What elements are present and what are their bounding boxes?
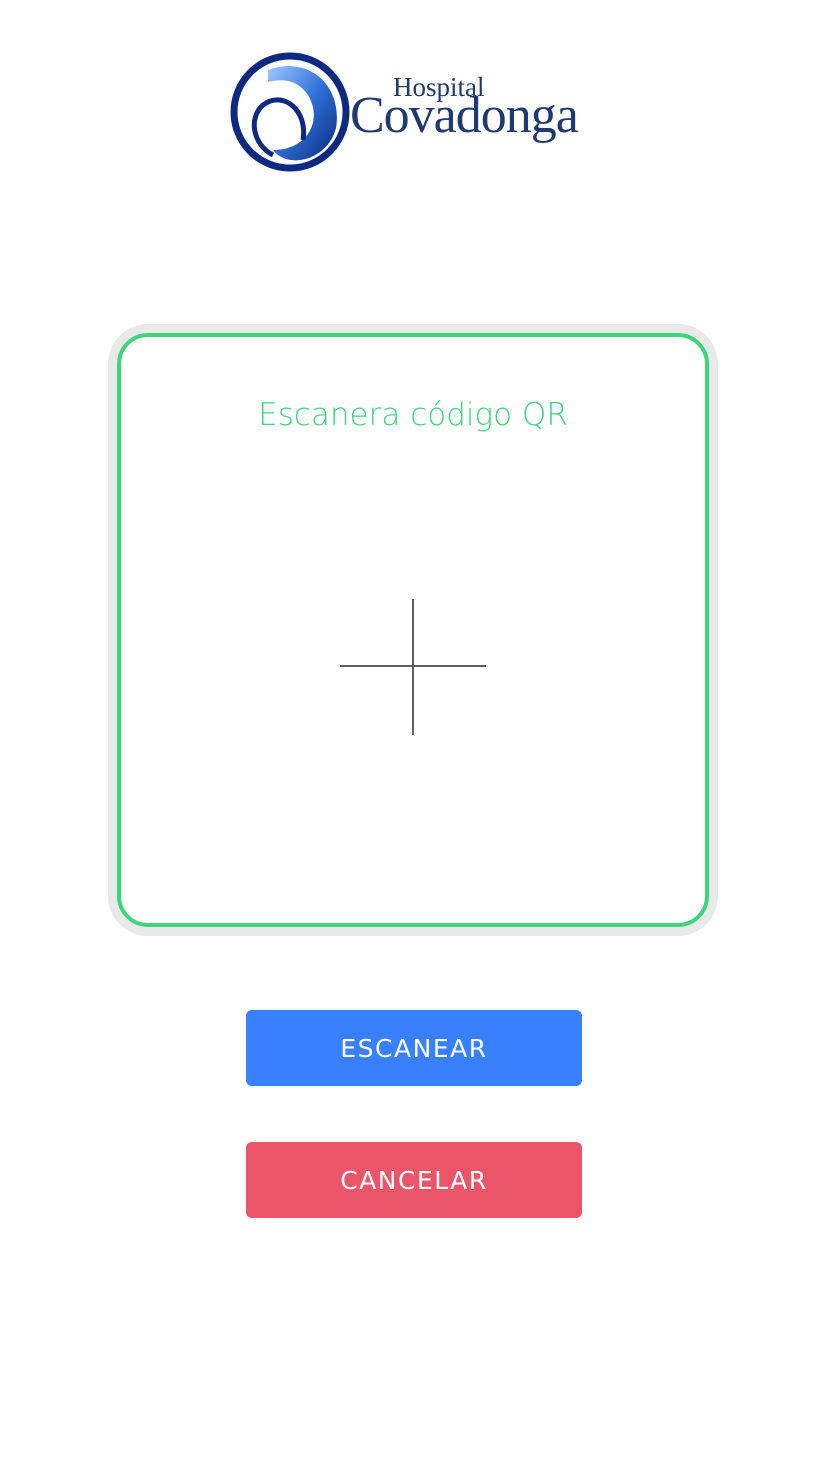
scanner-title: Escanera código QR xyxy=(258,397,568,433)
scan-button[interactable]: ESCANEAR xyxy=(246,1010,582,1086)
logo-covadonga-text: Covadonga xyxy=(350,87,579,144)
hospital-logo: Hospital Covadonga xyxy=(228,50,608,175)
cancel-button[interactable]: CANCELAR xyxy=(246,1142,582,1218)
crosshair-icon-vertical xyxy=(412,599,414,735)
logo-emblem-icon xyxy=(230,52,350,172)
